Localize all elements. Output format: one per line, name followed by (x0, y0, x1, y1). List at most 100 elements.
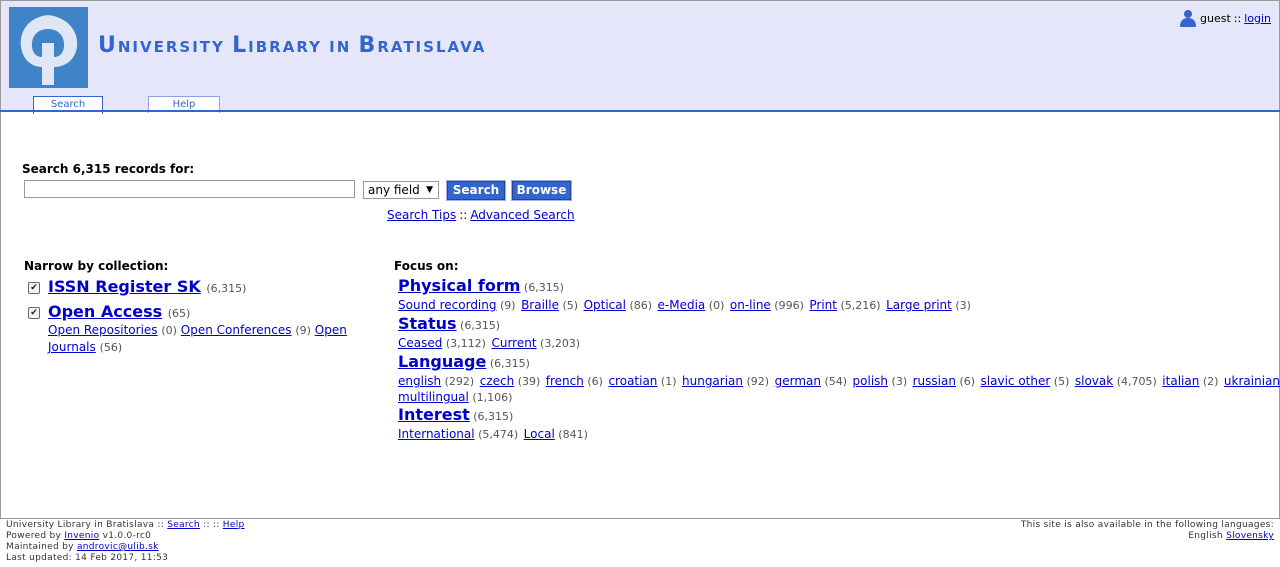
search-input[interactable] (24, 180, 355, 198)
facet-value-count: (86) (625, 299, 656, 312)
facet-value-link[interactable]: croatian (608, 374, 657, 388)
facet-value-link[interactable]: polish (853, 374, 888, 388)
field-select-value: any field (368, 183, 420, 197)
language-list: English Slovensky (1021, 531, 1274, 542)
facet-value-link[interactable]: on-line (730, 298, 771, 312)
facet-value-count: (3,203) (536, 337, 581, 350)
search-links: Search Tips:: Advanced Search (387, 208, 575, 222)
footer-separator: :: :: (203, 520, 220, 530)
dropdown-arrow-icon: ▼ (426, 185, 433, 195)
facet-title-link[interactable]: Status (398, 314, 457, 333)
language-slovensky-link[interactable]: Slovensky (1226, 531, 1274, 541)
facet-value-count: (0) (705, 299, 728, 312)
site-title-word: IN (329, 38, 352, 56)
search-button[interactable]: Search (446, 180, 506, 201)
subcollection-count: (0) (161, 324, 177, 337)
ulib-logo-icon[interactable] (9, 7, 88, 88)
facet-value-count: (292) (441, 375, 478, 388)
facet-value-link[interactable]: International (398, 427, 475, 441)
facet-value-count: (92) (743, 375, 773, 388)
footer-help-link[interactable]: Help (223, 520, 245, 530)
site-title-word: BRATISLAVA (358, 33, 487, 58)
facet-value-link[interactable]: Sound recording (398, 298, 497, 312)
facet-value-count: (39) (514, 375, 544, 388)
facet-value-count: (841) (554, 428, 588, 441)
facet-values: multilingual (1,106) (398, 389, 514, 406)
browse-button[interactable]: Browse (511, 180, 572, 201)
facet-value-count: (4,705) (1113, 375, 1161, 388)
maintainer-email-link[interactable]: androvic@ulib.sk (77, 542, 159, 552)
subcollection-link[interactable]: Open Repositories (48, 323, 158, 337)
page-border-left (0, 112, 1, 518)
checkbox-open-access[interactable]: ✔ (28, 307, 40, 319)
facet-value-link[interactable]: e-Media (658, 298, 706, 312)
facet-title-link[interactable]: Interest (398, 405, 470, 424)
facet-value-link[interactable]: russian (913, 374, 956, 388)
language-current: English (1188, 531, 1223, 541)
site-title[interactable]: UNIVERSITY LIBRARY IN BRATISLAVA (98, 33, 486, 58)
facet-value-count: (6) (583, 375, 607, 388)
facet-value-link[interactable]: Ceased (398, 336, 442, 350)
footer-line-3: Maintained by androvic@ulib.sk (6, 542, 245, 553)
languages-text: This site is also available in the follo… (1020, 520, 1274, 530)
collection-link[interactable]: ISSN Register SK (48, 277, 201, 296)
collection-open-access: Open Access (65) (48, 302, 190, 321)
focus-title: Focus on: (394, 259, 459, 273)
facet-title-link[interactable]: Language (398, 352, 486, 371)
facet-value-link[interactable]: Large print (886, 298, 952, 312)
facet-status: Status (6,315) (398, 314, 500, 333)
collection-count: (6,315) (206, 282, 247, 295)
maintained-by-text: Maintained by (6, 542, 74, 552)
links-separator: :: (459, 208, 468, 222)
facet-value-count: (996) (770, 299, 808, 312)
facet-value-count: (9) (496, 299, 520, 312)
facet-title-link[interactable]: Physical form (398, 276, 520, 295)
facet-count: (6,315) (486, 357, 530, 370)
subcollection-count: (56) (99, 341, 123, 354)
facet-value-count: (54) (820, 375, 851, 388)
collection-link[interactable]: Open Access (48, 302, 162, 321)
facet-value-link[interactable]: hungarian (682, 374, 743, 388)
facet-value-count: (3) (951, 299, 971, 312)
facet-value-count: (6) (955, 375, 979, 388)
facet-value-link[interactable]: Current (491, 336, 536, 350)
facet-value-link[interactable]: italian (1162, 374, 1199, 388)
facet-value-link[interactable]: slavic other (981, 374, 1051, 388)
last-updated: Last updated: 14 Feb 2017, 11:53 (6, 553, 169, 563)
subcollection-link[interactable]: Open Conferences (181, 323, 292, 337)
footer-right: This site is also available in the follo… (1021, 520, 1274, 542)
facet-value-link[interactable]: french (546, 374, 584, 388)
search-label: Search 6,315 records for: (22, 162, 195, 176)
facet-value-link[interactable]: Braille (521, 298, 559, 312)
facet-value-count: (1,106) (468, 391, 513, 404)
checkbox-issn-register[interactable]: ✔ (28, 282, 40, 294)
collection-count: (65) (167, 307, 191, 320)
facet-value-link[interactable]: multilingual (398, 390, 469, 404)
invenio-link[interactable]: Invenio (64, 531, 99, 541)
facet-value-link[interactable]: english (398, 374, 441, 388)
collection-issn-register: ISSN Register SK (6,315) (48, 277, 246, 296)
search-tips-link[interactable]: Search Tips (387, 208, 456, 222)
field-select[interactable]: any field ▼ (363, 181, 439, 199)
facet-value-link[interactable]: ukrainian (1224, 374, 1280, 388)
facet-value-link[interactable]: Optical (584, 298, 626, 312)
username: guest (1200, 11, 1231, 25)
footer-divider (0, 518, 1280, 519)
footer-left: University Library in Bratislava :: Sear… (6, 520, 245, 564)
narrow-title: Narrow by collection: (24, 259, 169, 273)
facet-count: (6,315) (469, 410, 514, 423)
login-link[interactable]: login (1244, 12, 1271, 25)
facet-value-link[interactable]: Print (809, 298, 837, 312)
facet-value-link[interactable]: Local (524, 427, 555, 441)
facet-count: (6,315) (456, 319, 501, 332)
footer-search-link[interactable]: Search (167, 520, 200, 530)
facet-value-link[interactable]: czech (480, 374, 514, 388)
advanced-search-link[interactable]: Advanced Search (470, 208, 574, 222)
facet-values: Ceased (3,112) Current (3,203) (398, 335, 582, 352)
facet-value-count: (3) (888, 375, 911, 388)
version-text: v1.0.0-rc0 (102, 531, 152, 541)
facet-value-link[interactable]: slovak (1075, 374, 1113, 388)
facet-value-count: (5) (1050, 375, 1073, 388)
facet-value-count: (5) (558, 299, 582, 312)
facet-value-link[interactable]: german (775, 374, 821, 388)
